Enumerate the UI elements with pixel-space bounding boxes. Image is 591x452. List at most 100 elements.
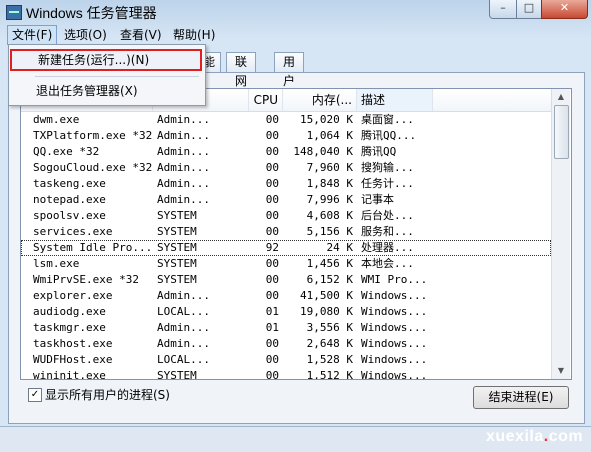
process-user-name: Admin... — [157, 289, 210, 302]
menu-file[interactable]: 文件(F) — [7, 25, 58, 45]
process-user-name: Admin... — [157, 193, 210, 206]
table-row[interactable]: taskhost.exe Admin... 00 2,648 K Windows... — [21, 336, 551, 352]
title-bar[interactable]: Windows 任务管理器 – □ ✕ — [0, 0, 591, 24]
watermark-tld: com — [548, 428, 584, 445]
process-list[interactable]: 映像名称 用户名 CPU 内存(... 描述 dwm.exeAdmin...00… — [20, 88, 572, 380]
process-image-name: TXPlatform.exe *32 — [33, 129, 153, 142]
menu-view[interactable]: 查看(V) — [116, 26, 166, 44]
process-user-name: LOCAL... — [157, 305, 210, 318]
vertical-scrollbar[interactable]: ▲ ▼ — [551, 89, 570, 379]
table-row[interactable]: WUDFHost.exe LOCAL... 00 1,528 K Windows... — [21, 352, 551, 368]
process-cpu: 00 — [265, 161, 279, 174]
table-row[interactable]: wininit.exe SYSTEM 00 1,512 K Windows... — [21, 368, 551, 380]
process-description: 处理器... — [361, 241, 414, 254]
process-image-name: SogouCloud.exe *32 — [33, 161, 153, 174]
show-all-processes-checkbox[interactable]: ✓ — [28, 388, 42, 402]
close-button[interactable]: ✕ — [541, 0, 588, 19]
table-row[interactable]: services.exe SYSTEM 00 5,156 K 服务和... — [21, 224, 551, 240]
process-memory: 1,456 K — [306, 257, 353, 270]
process-cpu: 00 — [265, 113, 279, 126]
maximize-button[interactable]: □ — [516, 0, 542, 19]
table-row[interactable]: lsm.exe SYSTEM 00 1,456 K 本地会... — [21, 256, 551, 272]
process-description: Windows... — [361, 321, 428, 334]
scroll-down-arrow-icon[interactable]: ▼ — [552, 363, 570, 379]
watermark: xuexila.com — [486, 428, 583, 446]
process-user-name: Admin... — [157, 337, 210, 350]
process-image-name: System Idle Pro... — [33, 241, 153, 254]
table-row[interactable]: spoolsv.exe SYSTEM 00 4,608 K 后台处... — [21, 208, 551, 224]
menu-item-exit-task-manager[interactable]: 退出任务管理器(X) — [10, 80, 202, 102]
process-cpu: 00 — [265, 129, 279, 142]
process-description: 腾讯QQ — [361, 145, 397, 158]
process-memory: 2,648 K — [306, 337, 353, 350]
process-memory: 1,064 K — [306, 129, 353, 142]
process-image-name: lsm.exe — [33, 257, 80, 270]
task-manager-app-icon — [6, 5, 22, 20]
process-cpu: 01 — [265, 305, 279, 318]
table-row[interactable]: audiodg.exe LOCAL... 01 19,080 K Windows... — [21, 304, 551, 320]
tab-users[interactable]: 用户 — [274, 52, 305, 88]
table-row[interactable]: System Idle Pro... SYSTEM 92 24 K 处理器... — [21, 240, 551, 256]
process-description: 后台处... — [361, 209, 414, 222]
process-cpu: 92 — [265, 241, 279, 254]
process-image-name: audiodg.exe — [33, 305, 106, 318]
process-memory: 1,528 K — [306, 353, 353, 366]
table-row[interactable]: WmiPrvSE.exe *32 SYSTEM 00 6,152 K WMI Pro..… — [21, 272, 551, 288]
process-description: 搜狗输... — [361, 161, 414, 174]
menu-help[interactable]: 帮助(H) — [169, 26, 219, 44]
process-user-name: SYSTEM — [157, 273, 197, 286]
process-description: 桌面窗... — [361, 113, 414, 126]
watermark-main: xuexila — [486, 428, 544, 445]
process-cpu: 00 — [265, 369, 279, 380]
process-user-name: Admin... — [157, 177, 210, 190]
process-description: Windows... — [361, 305, 428, 318]
process-user-name: SYSTEM — [157, 241, 197, 254]
menu-options[interactable]: 选项(O) — [60, 26, 111, 44]
process-user-name: Admin... — [157, 113, 210, 126]
process-image-name: taskmgr.exe — [33, 321, 106, 334]
table-row[interactable]: taskeng.exe Admin... 00 1,848 K 任务计... — [21, 176, 551, 192]
task-manager-window: Windows 任务管理器 – □ ✕ 文件(F) 选项(O) 查看(V) 帮助… — [0, 0, 591, 452]
process-cpu: 00 — [265, 337, 279, 350]
process-memory: 15,020 K — [300, 113, 353, 126]
process-image-name: taskhost.exe — [33, 337, 113, 350]
table-row[interactable]: taskmgr.exe Admin... 01 3,556 K Windows... — [21, 320, 551, 336]
scroll-thumb[interactable] — [554, 105, 569, 159]
menu-item-new-task[interactable]: 新建任务(运行...)(N) — [10, 49, 202, 71]
process-memory: 1,512 K — [306, 369, 353, 380]
process-description: WMI Pro... — [361, 273, 428, 286]
end-process-button[interactable]: 结束进程(E) — [473, 386, 569, 409]
table-row[interactable]: explorer.exe Admin... 00 41,500 K Windows... — [21, 288, 551, 304]
process-user-name: SYSTEM — [157, 225, 197, 238]
process-memory: 3,556 K — [306, 321, 353, 334]
process-user-name: SYSTEM — [157, 209, 197, 222]
process-description: 本地会... — [361, 257, 414, 270]
column-header-cpu[interactable]: CPU — [249, 89, 283, 111]
process-cpu: 00 — [265, 193, 279, 206]
process-memory: 7,996 K — [306, 193, 353, 206]
table-row[interactable]: dwm.exe Admin... 00 15,020 K 桌面窗... — [21, 112, 551, 128]
process-memory: 19,080 K — [300, 305, 353, 318]
scroll-up-arrow-icon[interactable]: ▲ — [552, 89, 570, 105]
column-header-description[interactable]: 描述 — [357, 89, 433, 111]
process-memory: 6,152 K — [306, 273, 353, 286]
table-row[interactable]: TXPlatform.exe *32 Admin... 00 1,064 K 腾讯QQ.… — [21, 128, 551, 144]
process-description: 腾讯QQ... — [361, 129, 417, 142]
process-user-name: SYSTEM — [157, 257, 197, 270]
file-menu-dropdown: 新建任务(运行...)(N) 退出任务管理器(X) — [8, 44, 206, 106]
process-cpu: 00 — [265, 145, 279, 158]
process-description: Windows... — [361, 337, 428, 350]
column-header-memory[interactable]: 内存(... — [283, 89, 357, 111]
table-row[interactable]: notepad.exe Admin... 00 7,996 K 记事本 — [21, 192, 551, 208]
menu-separator — [35, 76, 199, 77]
process-description: Windows... — [361, 353, 428, 366]
process-memory: 5,156 K — [306, 225, 353, 238]
table-row[interactable]: SogouCloud.exe *32 Admin... 00 7,960 K 搜狗输..… — [21, 160, 551, 176]
process-user-name: Admin... — [157, 145, 210, 158]
minimize-button[interactable]: – — [489, 0, 517, 19]
tab-networking[interactable]: 联网 — [226, 52, 257, 88]
process-image-name: QQ.exe *32 — [33, 145, 100, 158]
table-row[interactable]: QQ.exe *32 Admin... 00 148,040 K 腾讯QQ — [21, 144, 551, 160]
process-image-name: spoolsv.exe — [33, 209, 106, 222]
process-description: 任务计... — [361, 177, 414, 190]
